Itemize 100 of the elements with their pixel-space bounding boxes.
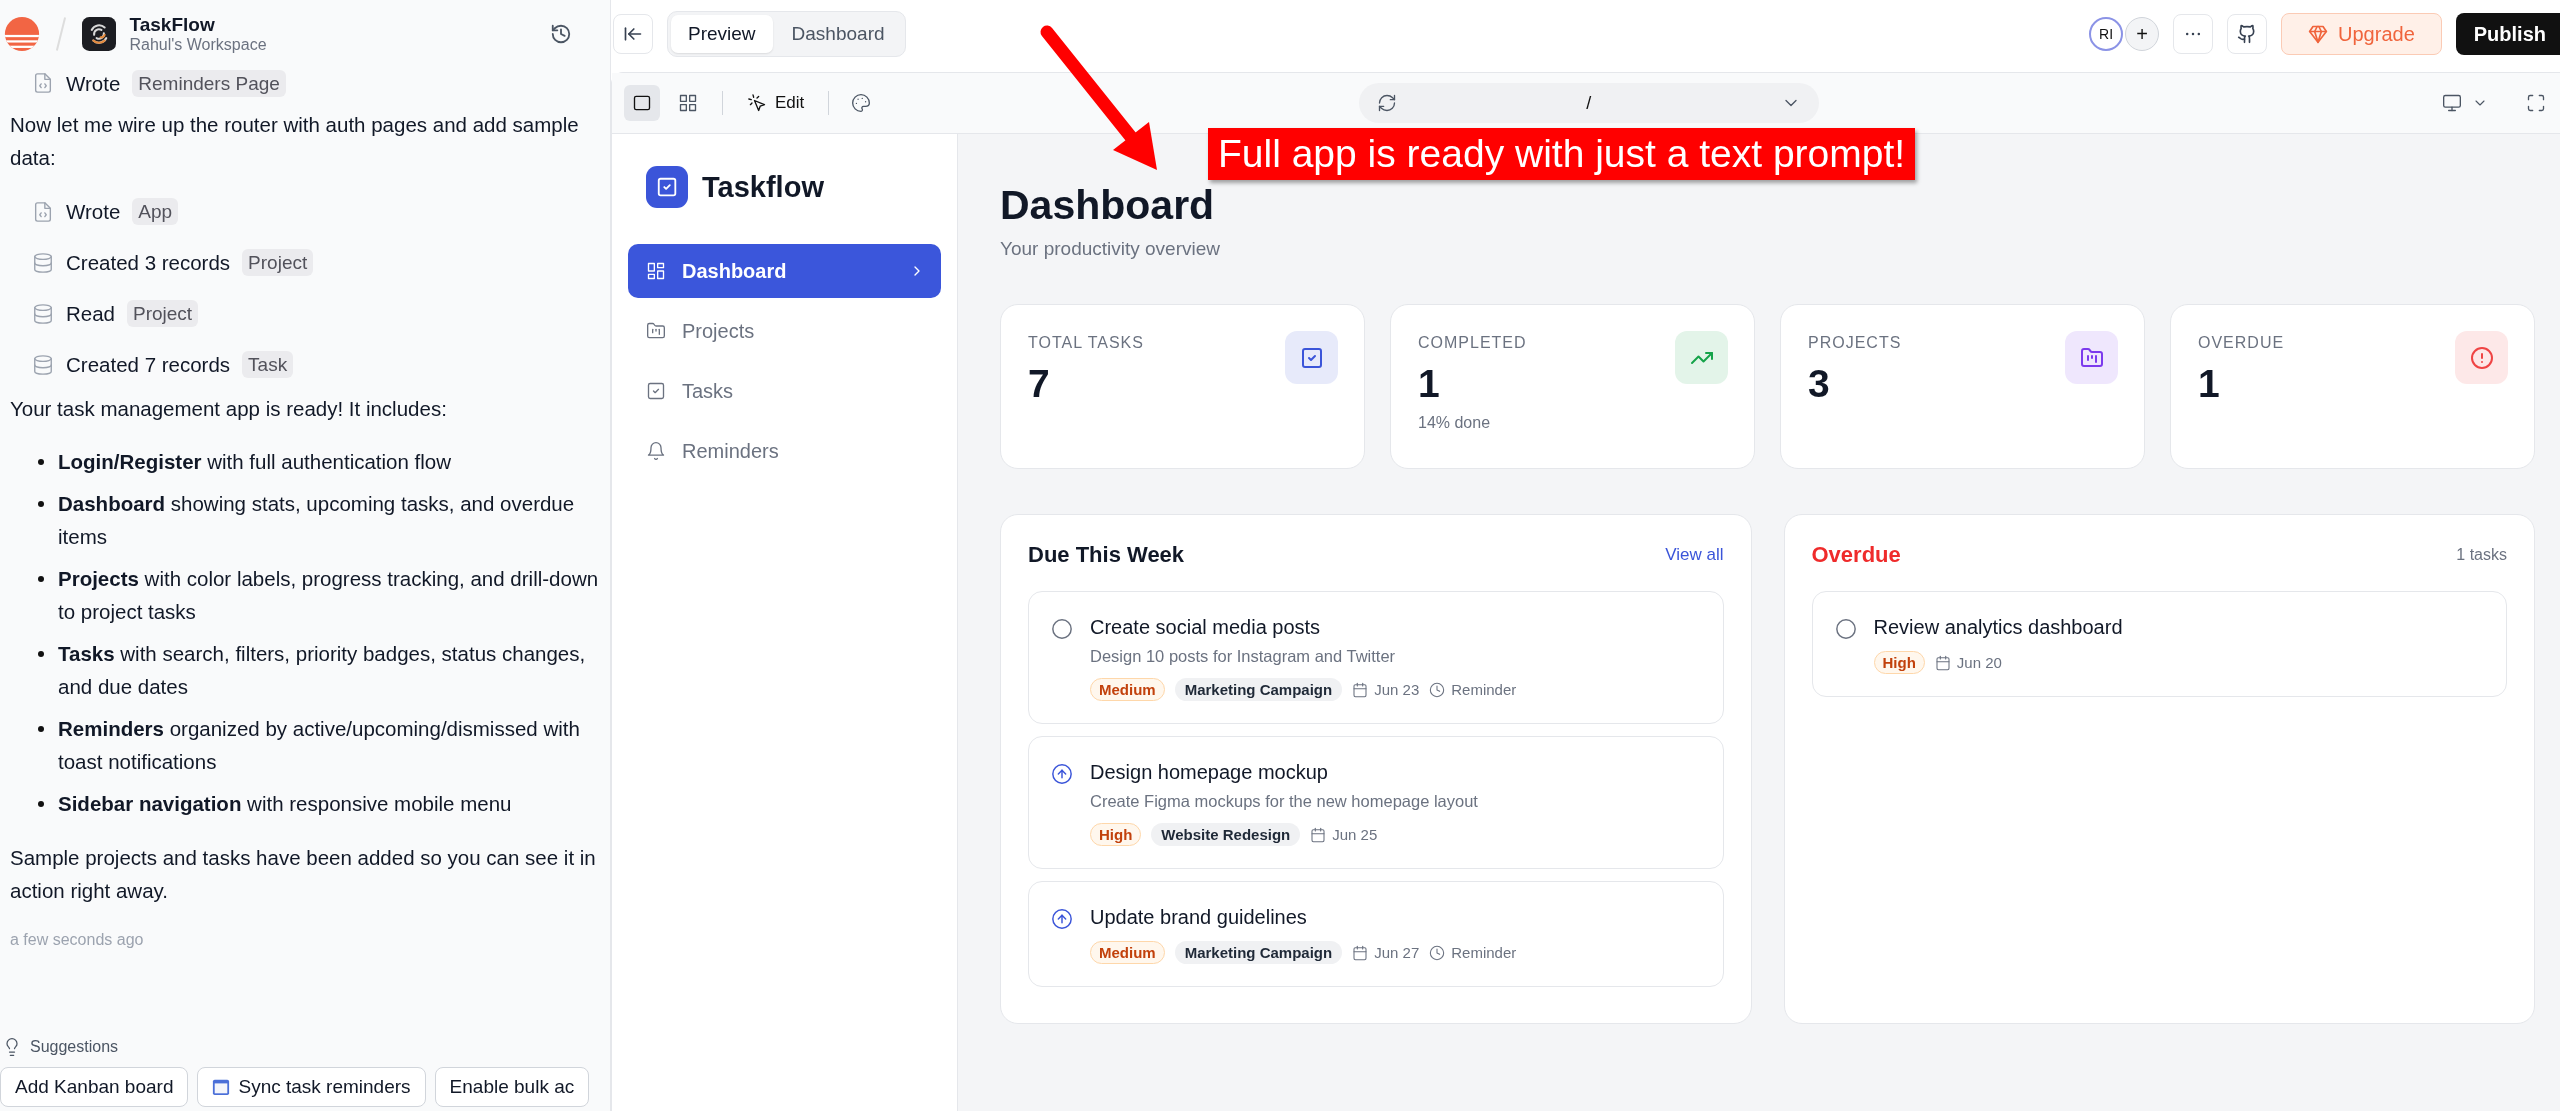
- view-tab[interactable]: Dashboard: [774, 15, 902, 53]
- stat-value: 1: [1418, 362, 1441, 406]
- monitor-icon[interactable]: [2442, 93, 2462, 113]
- stat-label: PROJECTS: [1808, 334, 1902, 352]
- reminder-label: Reminder: [1451, 944, 1517, 961]
- nav-item[interactable]: Projects: [628, 304, 941, 358]
- feature-item: Tasks with search, filters, priority badges, status changes, and due dates: [58, 641, 587, 700]
- clock-icon: [1429, 681, 1446, 698]
- check-square-icon: [646, 381, 666, 401]
- edit-button[interactable]: Edit: [739, 89, 813, 117]
- folder-icon: [646, 321, 666, 341]
- task-card[interactable]: Create social media posts Design 10 posts for Instagram and Twitter Medium Marketing Campaign Jun 23 Reminder: [1028, 591, 1724, 724]
- task-card[interactable]: Review analytics dashboard High Jun 20: [1811, 591, 2507, 697]
- stat-label: COMPLETED: [1418, 334, 1527, 352]
- project-title[interactable]: TaskFlow: [129, 14, 267, 36]
- bullet-icon: [38, 651, 44, 657]
- bell-icon: [646, 441, 666, 461]
- collapse-panel-button[interactable]: [613, 14, 653, 54]
- sun-logo-icon[interactable]: [4, 16, 40, 52]
- stat-label: OVERDUE: [2198, 334, 2285, 352]
- task-title: Review analytics dashboard: [1873, 616, 2123, 639]
- suggestion-chip[interactable]: Add Kanban board: [0, 1067, 189, 1107]
- view-mode-button[interactable]: [624, 85, 660, 121]
- task-description: Create Figma mockups for the new homepage layout: [1090, 792, 1478, 811]
- suggestion-chip[interactable]: Enable bulk ac: [434, 1067, 590, 1107]
- action-text: Wrote: [66, 70, 121, 97]
- nav-item[interactable]: Reminders: [628, 424, 941, 478]
- palette-icon[interactable]: [851, 93, 872, 113]
- stat-value: 7: [1028, 362, 1051, 406]
- database-icon: [32, 353, 54, 376]
- message-text: Sample projects and tasks have been added so you can see it in action right away.: [10, 845, 597, 904]
- stat-note: 14% done: [1418, 414, 1492, 432]
- suggestion-chip[interactable]: Sync task reminders: [197, 1067, 426, 1107]
- priority-badge: High: [1873, 651, 1925, 674]
- annotation-banner: Full app is ready with just a text prompt!: [1208, 128, 1916, 180]
- bullet-icon: [38, 501, 44, 507]
- action-text: Created 7 records: [66, 352, 231, 378]
- publish-button[interactable]: Publish: [2455, 13, 2560, 55]
- stat-label: TOTAL TASKS: [1028, 334, 1144, 352]
- cursor-click-icon: [747, 93, 767, 113]
- database-icon: [32, 302, 54, 325]
- feature-item: Dashboard showing stats, upcoming tasks, and overdue items: [58, 491, 576, 550]
- file-tag[interactable]: Reminders Page: [132, 69, 286, 97]
- brand-logo-icon: [646, 166, 688, 208]
- grid-view-icon[interactable]: [678, 93, 698, 113]
- project-tag: Website Redesign: [1151, 823, 1301, 846]
- collapse-icon[interactable]: [623, 24, 643, 44]
- url-path: /: [1585, 92, 1593, 114]
- refresh-icon[interactable]: [1376, 93, 1397, 113]
- feature-item: Reminders organized by active/upcoming/dismissed with toast notifications: [58, 716, 581, 775]
- calendar-icon: [1934, 654, 1951, 671]
- file-tag[interactable]: Project: [242, 249, 314, 276]
- empty-circle-icon[interactable]: [1051, 618, 1073, 640]
- message-text: Now let me wire up the router with auth pages and add sample data:: [10, 112, 580, 171]
- task-count: 1 tasks: [2456, 546, 2507, 564]
- feature-item: Sidebar navigation with responsive mobile menu: [58, 791, 512, 817]
- task-card[interactable]: Update brand guidelines Medium Marketing Campaign Jun 27 Reminder: [1028, 881, 1724, 987]
- file-code-icon: [32, 72, 54, 94]
- due-date: Jun 27: [1374, 944, 1420, 961]
- action-text: Created 3 records: [66, 250, 231, 276]
- bullet-icon: [38, 801, 44, 807]
- task-card[interactable]: Design homepage mockup Create Figma mockups for the new homepage layout High Website Redesign Jun 25: [1028, 736, 1724, 869]
- fullscreen-icon[interactable]: [2526, 93, 2546, 113]
- project-tag: Marketing Campaign: [1174, 678, 1343, 701]
- priority-badge: High: [1090, 823, 1142, 846]
- calendar-icon: [1352, 944, 1369, 961]
- task-title: Design homepage mockup: [1090, 761, 1329, 784]
- nav-item[interactable]: Tasks: [628, 364, 941, 418]
- task-description: Design 10 posts for Instagram and Twitter: [1090, 647, 1397, 666]
- file-tag[interactable]: App: [132, 198, 179, 225]
- brand-name: Taskflow: [702, 170, 824, 204]
- file-tag[interactable]: Task: [242, 351, 294, 378]
- due-date: Jun 23: [1374, 681, 1420, 698]
- suggestions-label: Suggestions: [30, 1038, 119, 1056]
- page-subtitle: Your productivity overview: [1000, 238, 1221, 260]
- gem-icon: [2308, 24, 2329, 44]
- section-title: Due This Week: [1028, 542, 1185, 568]
- stat-value: 1: [2198, 362, 2221, 406]
- user-avatar[interactable]: RI: [2089, 17, 2124, 51]
- database-icon: [32, 251, 54, 274]
- arrow-up-circle-icon[interactable]: [1051, 908, 1073, 930]
- view-all-link[interactable]: View all: [1665, 545, 1724, 565]
- calendar-icon: [212, 1078, 231, 1096]
- nav-item[interactable]: Dashboard: [628, 244, 941, 298]
- github-button[interactable]: [2227, 14, 2268, 54]
- url-bar[interactable]: /: [1358, 83, 1819, 123]
- empty-circle-icon[interactable]: [1834, 618, 1857, 640]
- clock-icon: [1429, 944, 1446, 961]
- app-logo-icon: [81, 17, 116, 51]
- action-text: Read: [66, 301, 115, 327]
- task-title: Update brand guidelines: [1090, 906, 1308, 929]
- dashboard-icon: [646, 261, 666, 281]
- invite-button[interactable]: +: [2125, 17, 2160, 51]
- arrow-up-circle-icon[interactable]: [1051, 763, 1073, 785]
- history-icon[interactable]: [550, 23, 572, 45]
- reminder-label: Reminder: [1451, 681, 1517, 698]
- file-tag[interactable]: Project: [127, 300, 199, 327]
- single-view-icon[interactable]: [632, 93, 652, 113]
- view-tab[interactable]: Preview: [671, 15, 773, 53]
- task-title: Create social media posts: [1090, 616, 1322, 639]
